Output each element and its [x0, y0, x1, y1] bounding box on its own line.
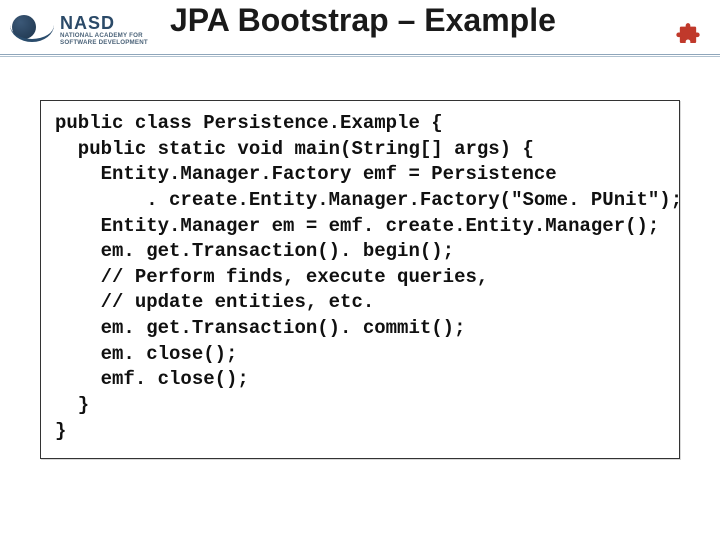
- logo-mark-icon: [10, 13, 54, 47]
- divider: [0, 54, 720, 55]
- page-title: JPA Bootstrap – Example: [170, 2, 700, 39]
- code-example-box: public class Persistence.Example { publi…: [40, 100, 680, 459]
- logo-text: NASD NATIONAL ACADEMY FOR SOFTWARE DEVEL…: [60, 14, 148, 46]
- slide: NASD NATIONAL ACADEMY FOR SOFTWARE DEVEL…: [0, 0, 720, 540]
- divider: [0, 56, 720, 57]
- logo-tagline-2: SOFTWARE DEVELOPMENT: [60, 40, 148, 46]
- logo: NASD NATIONAL ACADEMY FOR SOFTWARE DEVEL…: [10, 13, 148, 47]
- logo-brand: NASD: [60, 14, 148, 32]
- puzzle-piece-icon: [674, 22, 702, 50]
- code-listing: public class Persistence.Example { publi…: [55, 111, 665, 444]
